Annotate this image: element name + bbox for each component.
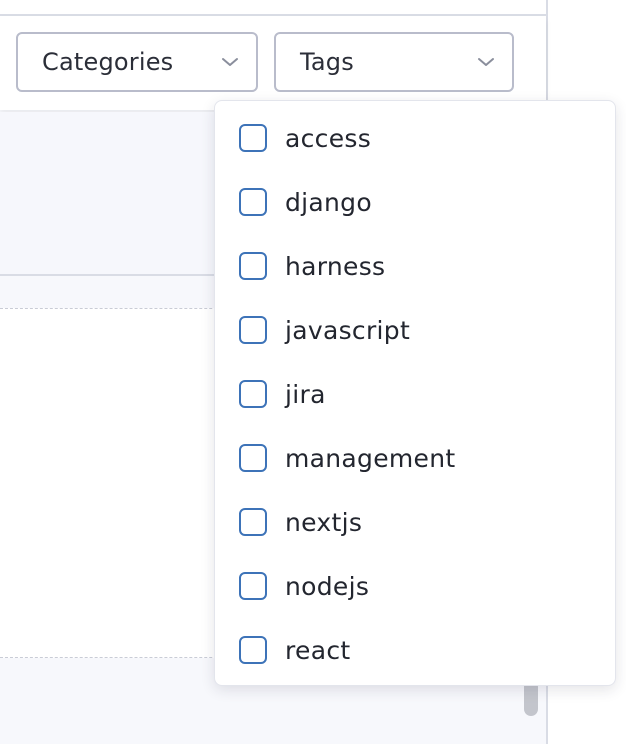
checkbox[interactable]: [239, 188, 267, 216]
checkbox[interactable]: [239, 316, 267, 344]
checkbox[interactable]: [239, 444, 267, 472]
top-bar: [0, 0, 546, 16]
tag-option-label: jira: [285, 379, 326, 409]
tag-option-label: harness: [285, 251, 386, 281]
checkbox[interactable]: [239, 508, 267, 536]
tag-option-access[interactable]: access: [239, 118, 371, 158]
filter-bar: Categories Tags: [0, 16, 546, 110]
tag-option-nextjs[interactable]: nextjs: [239, 502, 362, 542]
checkbox[interactable]: [239, 124, 267, 152]
tags-dropdown-menu: access django harness javascript jira ma…: [214, 100, 616, 686]
checkbox[interactable]: [239, 380, 267, 408]
tag-option-label: nextjs: [285, 507, 363, 537]
chevron-down-icon: [220, 52, 240, 72]
tag-option-label: management: [285, 443, 456, 473]
tag-option-label: react: [285, 635, 351, 665]
tag-option-jira[interactable]: jira: [239, 374, 326, 414]
tag-option-label: javascript: [285, 315, 411, 345]
tag-option-javascript[interactable]: javascript: [239, 310, 410, 350]
tag-option-label: django: [285, 187, 372, 217]
tag-option-management[interactable]: management: [239, 438, 455, 478]
tag-option-nodejs[interactable]: nodejs: [239, 566, 369, 606]
tags-select-label: Tags: [300, 48, 354, 76]
checkbox[interactable]: [239, 636, 267, 664]
tag-option-django[interactable]: django: [239, 182, 372, 222]
categories-select-label: Categories: [42, 48, 174, 76]
page: Categories Tags access django harness ja…: [0, 0, 626, 744]
tag-option-harness[interactable]: harness: [239, 246, 385, 286]
tag-option-react[interactable]: react: [239, 630, 350, 670]
checkbox[interactable]: [239, 252, 267, 280]
tags-select[interactable]: Tags: [274, 32, 514, 92]
chevron-down-icon: [476, 52, 496, 72]
tag-option-label: nodejs: [285, 571, 370, 601]
checkbox[interactable]: [239, 572, 267, 600]
tag-option-label: access: [285, 123, 372, 153]
categories-select[interactable]: Categories: [16, 32, 258, 92]
